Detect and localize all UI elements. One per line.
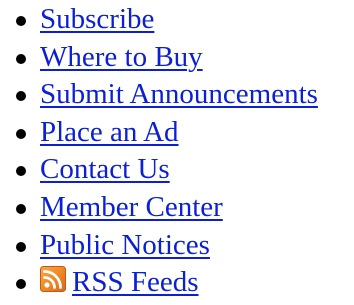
- link-contact-us[interactable]: Contact Us: [40, 153, 170, 185]
- link-public-notices[interactable]: Public Notices: [40, 229, 210, 261]
- list-item-member-center: Member Center: [0, 190, 318, 228]
- bullet-icon: [16, 91, 26, 102]
- link-submit-announcements[interactable]: Submit Announcements: [40, 78, 318, 110]
- list-item-subscribe: Subscribe: [0, 2, 318, 40]
- list-item-contact-us: Contact Us: [0, 152, 318, 190]
- bullet-icon: [16, 279, 26, 290]
- list-item-submit-announcements: Submit Announcements: [0, 77, 318, 115]
- list-item-place-an-ad: Place an Ad: [0, 115, 318, 153]
- bullet-icon: [16, 53, 26, 64]
- link-member-center[interactable]: Member Center: [40, 191, 223, 223]
- bullet-icon: [16, 241, 26, 252]
- bullet-icon: [16, 16, 26, 26]
- list-item-where-to-buy: Where to Buy: [0, 40, 318, 78]
- rss-icon[interactable]: [40, 266, 66, 300]
- bullet-icon: [16, 128, 26, 139]
- link-rss-feeds[interactable]: RSS Feeds: [72, 266, 199, 298]
- list-item-public-notices: Public Notices: [0, 228, 318, 266]
- bullet-icon: [16, 166, 26, 177]
- nav-link-list: Subscribe Where to Buy Submit Announceme…: [0, 2, 318, 303]
- bullet-icon: [16, 203, 26, 214]
- link-subscribe[interactable]: Subscribe: [40, 3, 154, 35]
- list-item-rss-feeds: RSS Feeds: [0, 265, 318, 303]
- link-place-an-ad[interactable]: Place an Ad: [40, 116, 179, 148]
- link-where-to-buy[interactable]: Where to Buy: [40, 41, 203, 73]
